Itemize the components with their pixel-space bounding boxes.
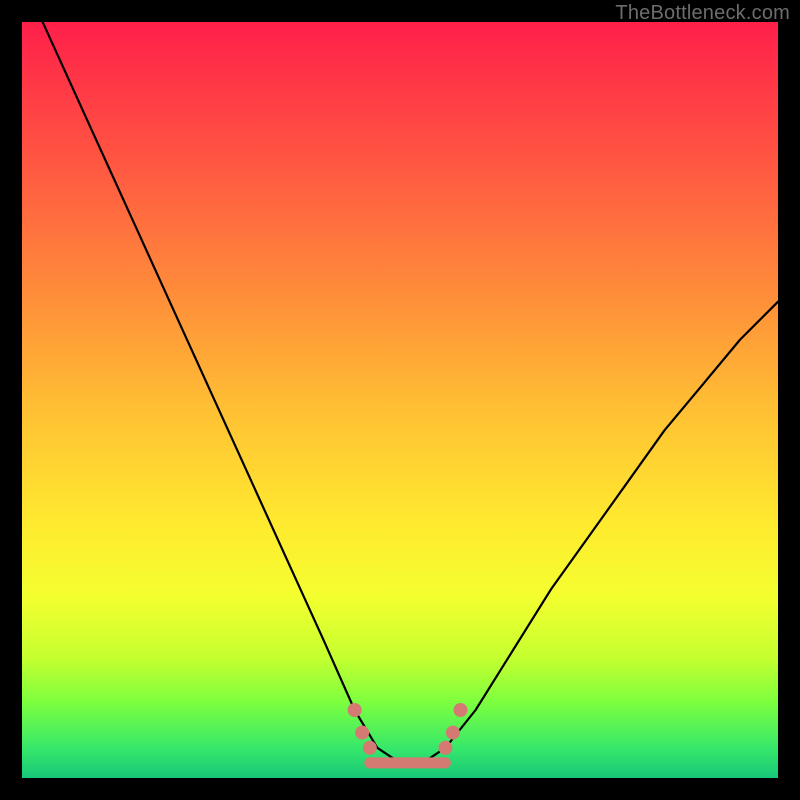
marker-dot	[438, 741, 452, 755]
marker-group	[348, 703, 468, 755]
chart-frame: TheBottleneck.com	[0, 0, 800, 800]
plot-area	[22, 22, 778, 778]
marker-dot	[355, 726, 369, 740]
curve-svg	[22, 22, 778, 778]
marker-dot	[454, 703, 468, 717]
marker-dot	[363, 741, 377, 755]
bottleneck-curve	[22, 0, 778, 763]
marker-dot	[446, 726, 460, 740]
marker-dot	[348, 703, 362, 717]
